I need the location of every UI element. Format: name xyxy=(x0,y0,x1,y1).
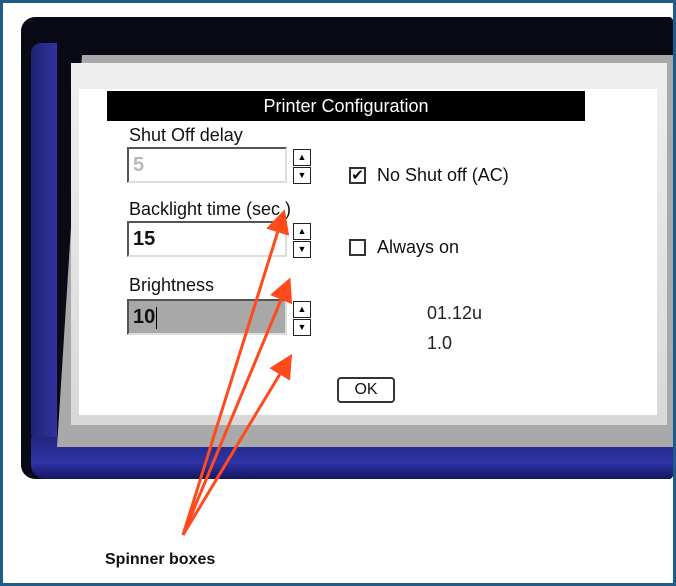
figure-frame: Printer Configuration Shut Off delay 5 ▲… xyxy=(0,0,676,586)
spinner-boxes-caption: Spinner boxes xyxy=(105,551,216,568)
arrow-to-shutoff-spinner xyxy=(181,209,290,536)
callout-arrows xyxy=(181,209,293,536)
arrow-to-brightness-spinner xyxy=(181,353,293,536)
arrow-to-backlight-spinner xyxy=(181,277,293,536)
